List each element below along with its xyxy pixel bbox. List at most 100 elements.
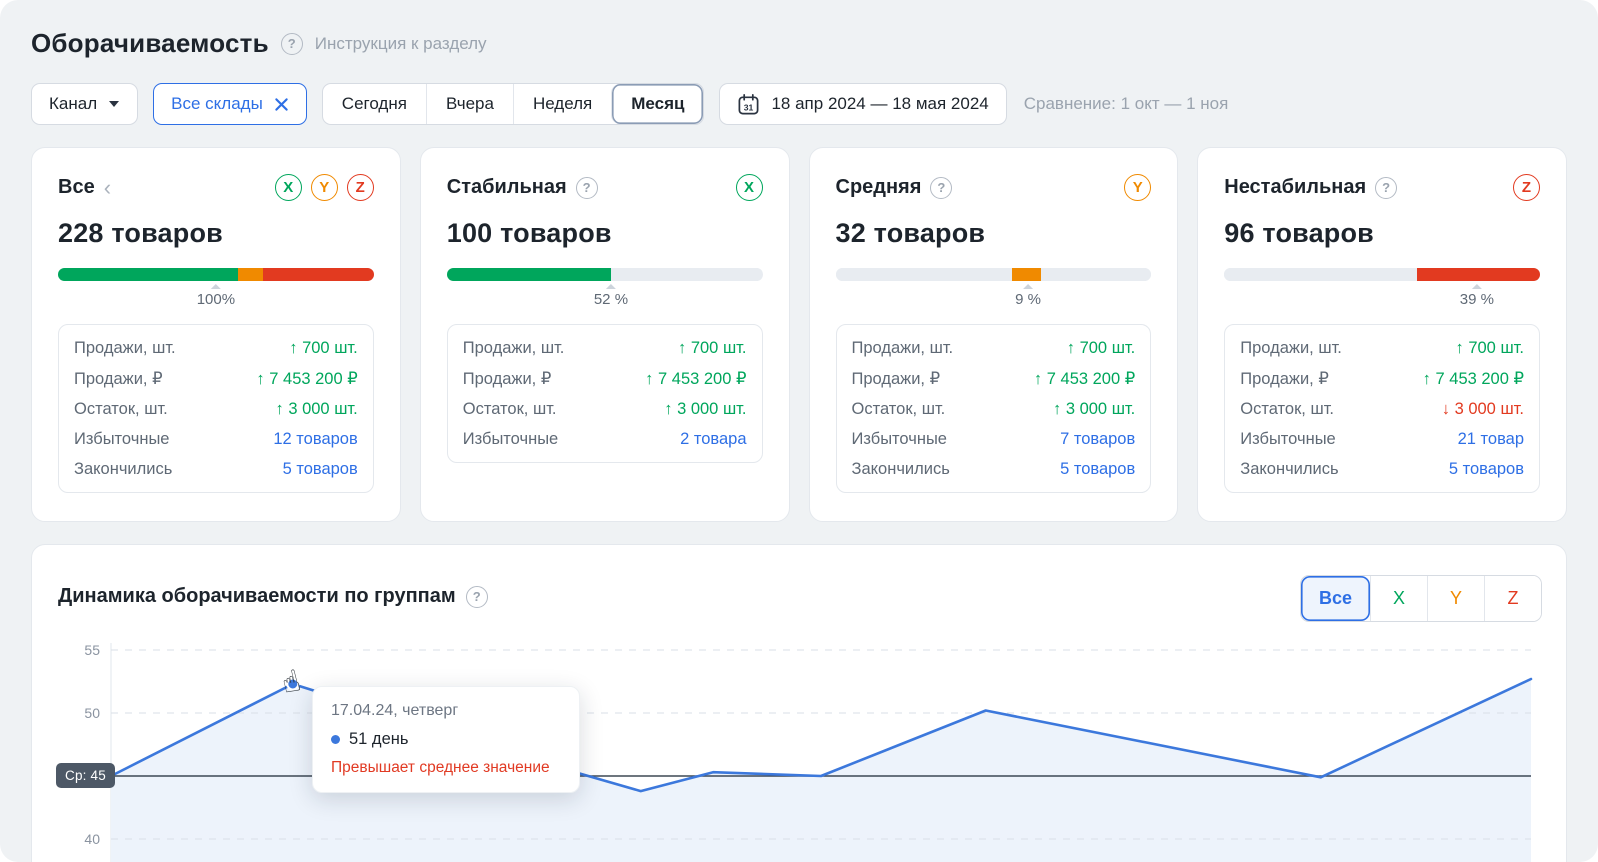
stat-row: Закончились5 товаров [852,454,1136,484]
chart-tab-x[interactable]: X [1370,576,1427,621]
group-badges: Z [1513,174,1540,201]
stat-label: Продажи, шт. [463,339,565,358]
stats-box: Продажи, шт.↑ 700 шт.Продажи, ₽↑ 7 453 2… [58,324,374,493]
period-tab-2[interactable]: Неделя [513,84,611,124]
chart-tab-z[interactable]: Z [1484,576,1541,621]
tooltip-value-row: 51 день [331,730,561,749]
channel-dropdown[interactable]: Канал [31,83,138,125]
chart-plot-area: 55504540 [32,640,1568,862]
stat-row: Избыточные12 товаров [74,424,358,454]
tooltip-note: Превышает среднее значение [331,759,561,777]
progress-segment [1417,268,1540,281]
group-badge-y[interactable]: Y [311,174,338,201]
card-title: Все [58,176,95,199]
stat-value[interactable]: 5 товаров [1060,460,1135,479]
stat-value: ↑ 700 шт. [289,339,358,358]
product-count: 96 товаров [1224,218,1540,249]
stats-box: Продажи, шт. ↑ 700 шт. Продажи, ₽↑ 7 453 2… [447,324,763,463]
chart-tab-y[interactable]: Y [1427,576,1484,621]
y-tick-label: 40 [84,831,100,847]
progress-percent: 100% [197,291,235,308]
progress-segment [611,268,763,281]
card-help-icon[interactable]: ? [1375,177,1397,199]
date-range-picker[interactable]: 31 18 апр 2024 — 18 мая 2024 [719,83,1006,125]
page-header: Оборачиваемость ? Инструкция к разделу [31,28,1567,59]
stat-value: ↑ 7 453 200 ₽ [645,369,746,389]
calendar-icon: 31 [737,93,760,116]
percent-row: 39 % [1224,287,1540,311]
stat-value: ↑ 7 453 200 ₽ [1423,369,1524,389]
group-badge-x[interactable]: X [736,174,763,201]
progress-segment [1012,268,1040,281]
stat-value[interactable]: 5 товаров [1449,460,1524,479]
stat-label: Избыточные [852,430,947,449]
group-badge-y[interactable]: Y [1124,174,1151,201]
comparison-label: Сравнение: 1 окт — 1 ноя [1024,94,1229,114]
stat-label: Избыточные [463,430,558,449]
stat-row: Остаток, шт.↓ 3 000 шт. [1240,394,1524,424]
progress-segment [238,268,263,281]
stat-row: Избыточные21 товар [1240,424,1524,454]
card-help-icon[interactable]: ? [930,177,952,199]
stat-row: Продажи, ₽↑ 7 453 200 ₽ [463,363,747,394]
period-segmented: СегодняВчераНеделяМесяц [322,83,705,125]
progress-bar [447,268,763,281]
section-instruction-link[interactable]: Инструкция к разделу [315,34,487,54]
stat-label: Продажи, шт. [74,339,176,358]
progress-segment [1041,268,1152,281]
period-tab-0[interactable]: Сегодня [323,84,426,124]
tooltip-date: 17.04.24, четверг [331,702,561,720]
card-help-icon[interactable]: ? [576,177,598,199]
chart-title: Динамика оборачиваемости по группам [58,585,456,608]
chevron-down-icon [108,100,120,108]
card-title: Нестабильная [1224,176,1366,199]
progress-percent: 52 % [594,291,628,308]
card-title: Стабильная [447,176,567,199]
stat-label: Закончились [74,460,172,479]
date-range-label: 18 апр 2024 — 18 мая 2024 [771,94,988,114]
group-badge-z[interactable]: Z [347,174,374,201]
stat-row: Продажи, шт.↑ 700 шт. [852,333,1136,363]
progress-percent: 9 % [1015,291,1041,308]
stat-label: Остаток, шт. [74,400,168,419]
group-badges: XYZ [275,174,374,201]
stat-value[interactable]: 12 товаров [273,430,357,449]
stat-value: ↑ 3 000 шт. [664,400,746,419]
stat-label: Продажи, ₽ [74,369,163,389]
card-header: Нестабильная? Z [1224,174,1540,201]
chart-help-icon[interactable]: ? [466,586,488,608]
percent-row: 9 % [836,287,1152,311]
stat-row: Продажи, шт. ↑ 700 шт. [74,333,358,363]
stat-value[interactable]: 5 товаров [283,460,358,479]
close-icon[interactable] [274,97,289,112]
card-header: Все ‹ XYZ [58,174,374,201]
stat-value: ↑ 700 шт. [1456,339,1525,358]
period-tab-3[interactable]: Месяц [611,84,703,124]
chart-tab-all[interactable]: Все [1301,576,1370,621]
stat-value[interactable]: 2 товара [680,430,746,449]
stat-value[interactable]: 21 товар [1458,430,1524,449]
progress-segment [263,268,374,281]
stat-value: ↑ 700 шт. [678,339,747,358]
stat-row: Остаток, шт.↑ 3 000 шт. [74,394,358,424]
section-help-icon[interactable]: ? [281,33,303,55]
group-badge-z[interactable]: Z [1513,174,1540,201]
category-card-3: Средняя?Y32 товаров9 %Продажи, шт.↑ 700 … [809,147,1179,522]
stat-row: Остаток, шт.↑ 3 000 шт. [463,394,747,424]
group-badge-x[interactable]: X [275,174,302,201]
period-tab-1[interactable]: Вчера [426,84,513,124]
series-dot-icon [331,735,340,744]
progress-segment [1224,268,1417,281]
product-count: 228 товаров [58,218,374,249]
cards-row: Все‹XYZ228 товаров100%Продажи, шт.↑ 700 … [31,147,1567,522]
group-badges: X [736,174,763,201]
warehouses-filter-chip[interactable]: Все склады [153,83,307,125]
stat-value[interactable]: 7 товаров [1060,430,1135,449]
stats-box: Продажи, шт.↑ 700 шт.Продажи, ₽↑ 7 453 2… [836,324,1152,493]
product-count: 100 товаров [447,218,763,249]
collapse-chevron-icon[interactable]: ‹ [104,177,111,199]
stat-row: Закончились5 товаров [1240,454,1524,484]
stat-label: Продажи, шт. [852,339,954,358]
progress-bar [1224,268,1540,281]
chart-card: Динамика оборачиваемости по группам ? Вс… [31,544,1567,862]
